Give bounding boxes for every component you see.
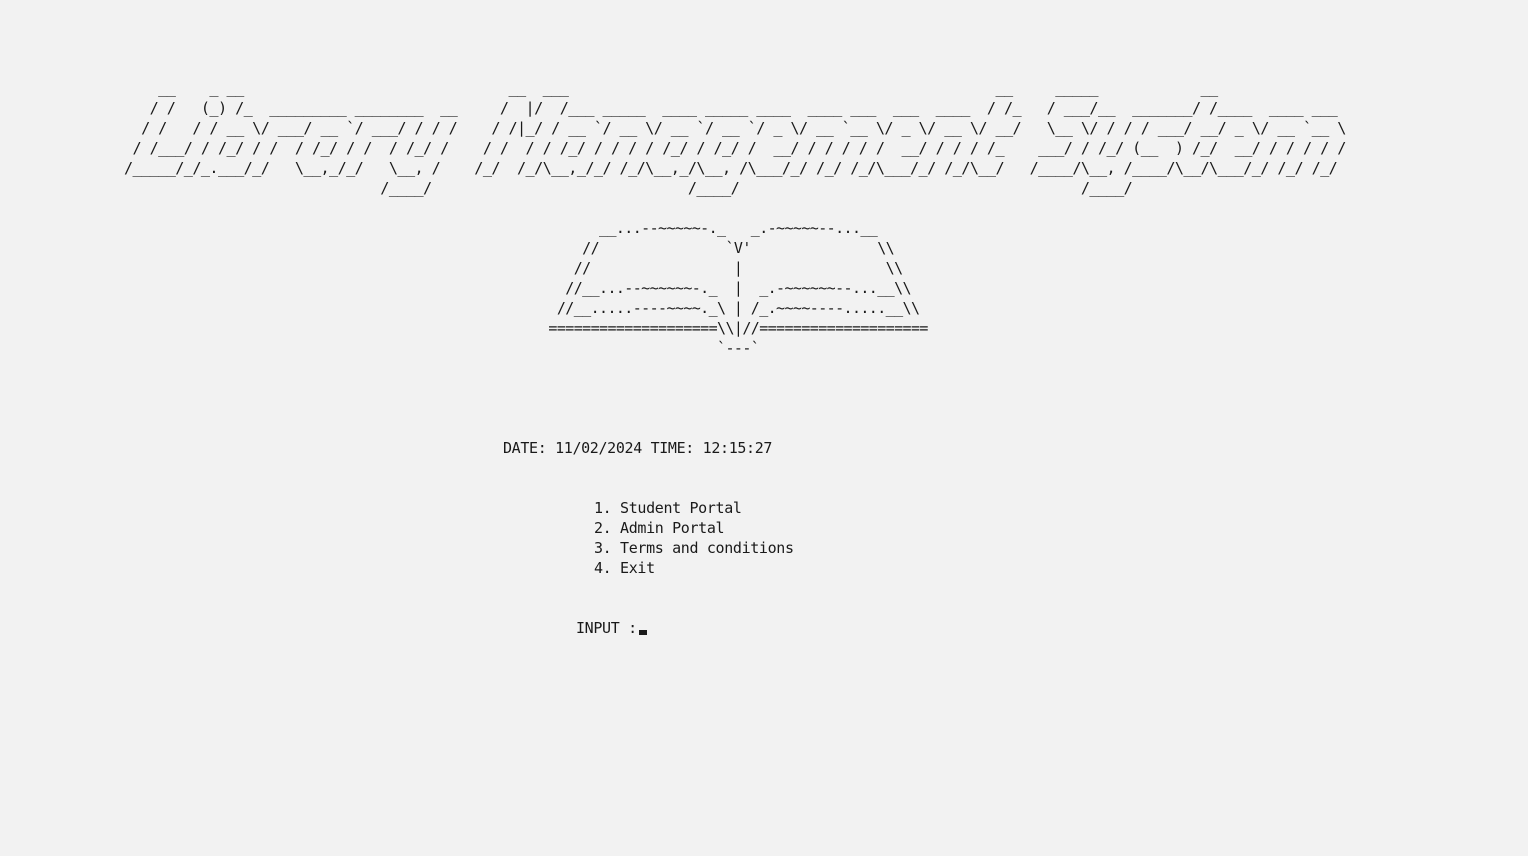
input-prompt[interactable]: INPUT : (576, 618, 647, 638)
main-menu: 1. Student Portal 2. Admin Portal 3. Ter… (594, 498, 794, 578)
menu-item-admin-portal[interactable]: 2. Admin Portal (594, 518, 794, 538)
date-time-readout: DATE: 11/02/2024 TIME: 12:15:27 (503, 439, 773, 457)
menu-item-terms-and-conditions[interactable]: 3. Terms and conditions (594, 538, 794, 558)
menu-item-exit[interactable]: 4. Exit (594, 558, 794, 578)
text-cursor-icon (638, 630, 647, 635)
menu-item-student-portal[interactable]: 1. Student Portal (594, 498, 794, 518)
ascii-book-art: __...--~~~~~-._ _.-~~~~~--...__ // `V' \… (548, 219, 928, 357)
ascii-title-banner: __ _ __ __ ___ __ _____ __ / / (_) /_ __… (124, 79, 1346, 197)
input-prompt-label: INPUT : (576, 619, 637, 637)
console-window[interactable]: __ _ __ __ ___ __ _____ __ / / (_) /_ __… (0, 0, 1528, 856)
